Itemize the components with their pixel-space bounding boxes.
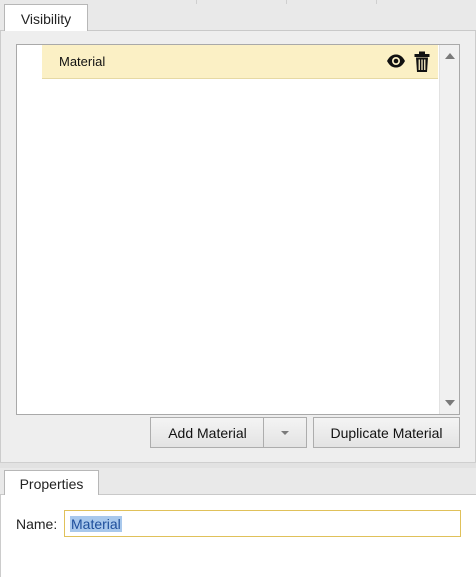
list-item-label: Material — [59, 54, 106, 69]
eye-icon[interactable] — [386, 53, 406, 69]
list-item[interactable]: Material — [42, 45, 438, 79]
tab-properties[interactable]: Properties — [4, 470, 99, 496]
tab-properties-label: Properties — [19, 475, 84, 492]
scroll-down-arrow-icon[interactable] — [445, 400, 455, 406]
strip-separator — [196, 0, 197, 4]
app-window: Visibility Material Add Material Duplica… — [0, 0, 476, 577]
add-material-dropdown-button[interactable] — [263, 417, 307, 448]
name-input[interactable]: Material — [64, 510, 461, 537]
trash-icon[interactable] — [414, 51, 430, 73]
material-list[interactable]: Material — [16, 44, 460, 415]
scroll-up-arrow-icon[interactable] — [445, 53, 455, 59]
name-input-value: Material — [70, 515, 122, 532]
strip-separator — [376, 0, 377, 4]
add-material-button-label: Add Material — [168, 424, 247, 441]
visibility-tab-strip: Visibility — [0, 0, 476, 32]
list-gutter — [17, 45, 42, 79]
tab-visibility-label: Visibility — [20, 10, 72, 27]
vertical-scrollbar[interactable] — [439, 45, 459, 414]
properties-panel: Name: Material — [0, 495, 476, 577]
name-field-label: Name: — [16, 516, 58, 532]
duplicate-material-button[interactable]: Duplicate Material — [313, 417, 460, 448]
add-material-button[interactable]: Add Material — [150, 417, 264, 448]
duplicate-material-button-label: Duplicate Material — [330, 424, 443, 441]
strip-separator — [286, 0, 287, 4]
properties-tab-strip: Properties — [0, 468, 476, 496]
chevron-down-icon — [281, 430, 289, 435]
visibility-panel: Material Add Material Duplicate Material — [0, 31, 476, 462]
tab-visibility[interactable]: Visibility — [4, 4, 88, 32]
